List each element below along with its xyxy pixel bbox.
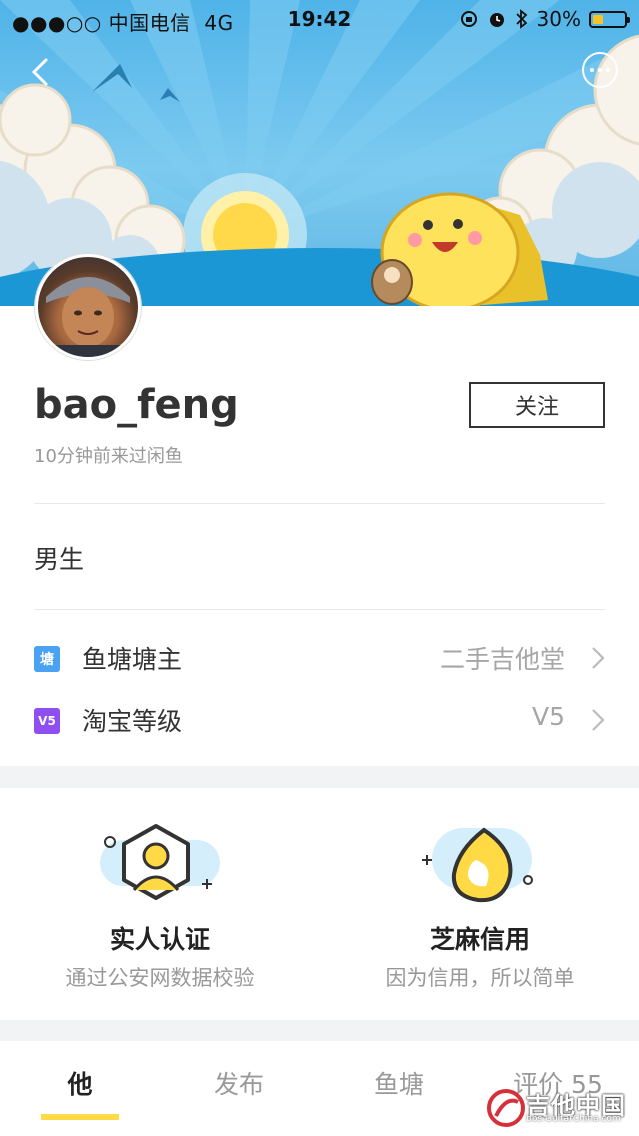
- chevron-right-icon: [592, 709, 605, 731]
- rotation-lock-icon: [460, 11, 477, 27]
- battery-percent: 30%: [536, 7, 581, 31]
- sesame-credit-icon: [422, 827, 533, 903]
- real-person-verify-icon: [100, 824, 220, 900]
- verification-card: 实人认证 通过公安网数据校验 芝麻信用 因为信用，所以简单: [0, 788, 639, 1020]
- status-icons: 30%: [459, 7, 630, 31]
- bluetooth-icon: [515, 9, 527, 29]
- tab-him[interactable]: 他: [0, 1065, 160, 1101]
- divider: [34, 609, 605, 610]
- username: bao_feng: [34, 382, 239, 428]
- status-bar: ●●●○○ 中国电信 4G 19:42 30%: [0, 0, 639, 36]
- gender-label: 男生: [34, 545, 85, 574]
- avatar-image: [38, 277, 138, 357]
- real-person-verify-item[interactable]: 实人认证 通过公安网数据校验: [0, 788, 320, 1020]
- taobao-level-badge-icon: V5: [34, 708, 60, 734]
- back-icon[interactable]: [22, 52, 62, 92]
- more-options-button[interactable]: [582, 52, 618, 88]
- feature-subtitle: 通过公安网数据校验: [65, 966, 255, 990]
- alarm-icon: [489, 13, 504, 27]
- info-row-label: 淘宝等级: [82, 707, 183, 736]
- info-row-value: 二手吉他堂: [439, 645, 565, 674]
- fish-pond-badge-icon: 塘: [34, 646, 60, 672]
- watermark: 吉他中国 bbs.GuitarChina.com: [486, 1086, 634, 1130]
- feature-subtitle: 因为信用，所以简单: [385, 966, 575, 990]
- info-row-fish-pond-owner[interactable]: 塘 鱼塘塘主 二手吉他堂: [34, 638, 605, 678]
- active-tab-indicator: [41, 1114, 119, 1120]
- profile-card: [0, 306, 639, 766]
- tab-fish-pond[interactable]: 鱼塘: [319, 1065, 479, 1101]
- info-row-taobao-level[interactable]: V5 淘宝等级 V5: [34, 700, 605, 740]
- info-row-value: V5: [531, 702, 565, 731]
- divider: [34, 503, 605, 504]
- feature-title: 芝麻信用: [429, 925, 530, 954]
- tab-posts[interactable]: 发布: [159, 1065, 319, 1101]
- last-seen-text: 10分钟前来过闲鱼: [34, 446, 183, 467]
- sesame-credit-item[interactable]: 芝麻信用 因为信用，所以简单: [320, 788, 639, 1020]
- guitar-logo-icon: [487, 1089, 525, 1127]
- follow-button[interactable]: 关注: [469, 382, 605, 428]
- battery-icon: [589, 10, 630, 28]
- feature-title: 实人认证: [109, 925, 210, 954]
- chevron-right-icon: [592, 647, 605, 669]
- avatar[interactable]: [35, 254, 141, 360]
- info-row-label: 鱼塘塘主: [82, 645, 183, 674]
